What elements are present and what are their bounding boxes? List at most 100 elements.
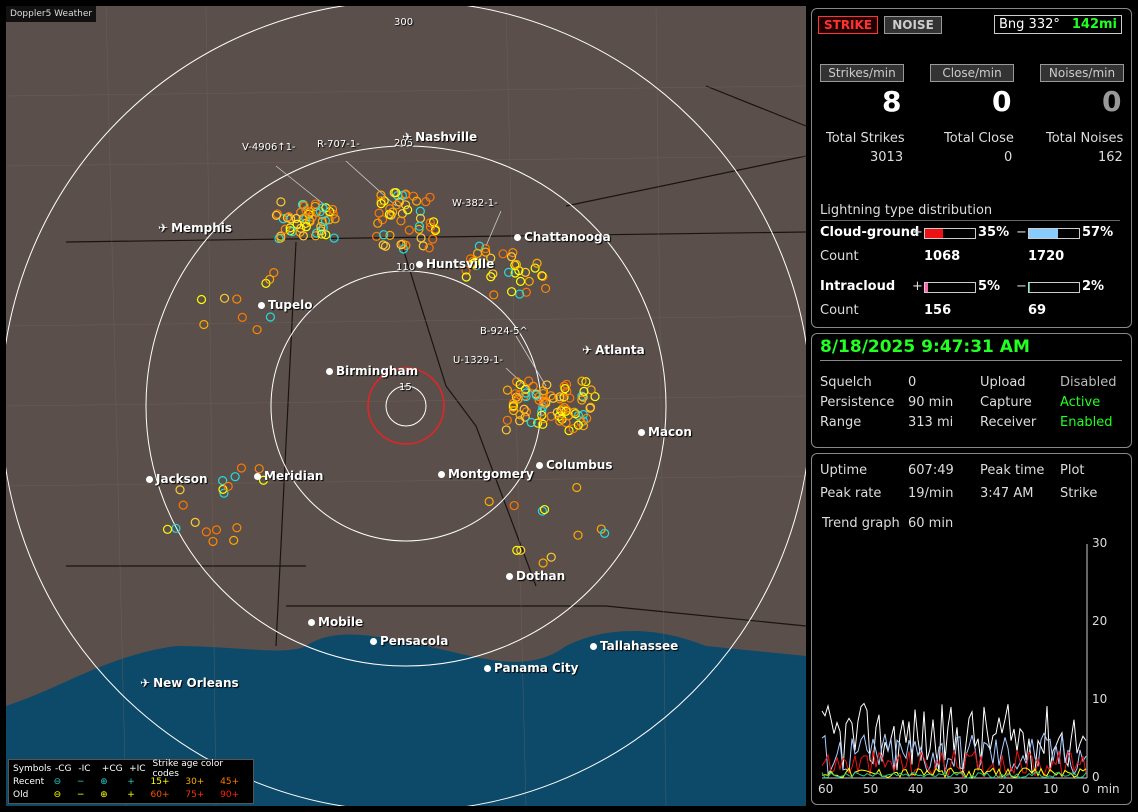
x-tick: 50	[863, 782, 879, 796]
airport-icon: ✈	[402, 130, 413, 144]
x-unit: min	[1097, 782, 1120, 796]
city-dot-icon	[484, 665, 491, 672]
city-name: Memphis	[171, 221, 233, 235]
range-label: Range	[820, 415, 862, 430]
city-macon: Macon	[638, 425, 692, 439]
city-nashville: ✈ Nashville	[402, 130, 477, 144]
legend-header: -IC	[78, 763, 91, 774]
city-dot-icon	[506, 573, 513, 580]
peak-time-label: Peak time	[980, 463, 1045, 478]
strike-marker	[528, 381, 538, 391]
pos-cg-symbol: ⊕	[100, 789, 108, 800]
city-dot-icon	[258, 302, 265, 309]
lightning-map[interactable]: Doppler5 Weather 300 205 110 15 V-4906↑1…	[6, 6, 806, 806]
total-noises-value: 162	[1098, 150, 1123, 165]
neg-ic-symbol: −	[76, 776, 85, 787]
city-dot-icon	[638, 429, 645, 436]
city-new-orleans: ✈ New Orleans	[140, 676, 239, 690]
storm-label[interactable]: V-4906↑1-	[242, 142, 296, 153]
city-name: Huntsville	[426, 257, 495, 271]
ic-negative-count: 69	[1028, 303, 1047, 318]
y-tick: 10	[1092, 692, 1108, 706]
city-montgomery: Montgomery	[438, 467, 534, 481]
city-tallahassee: Tallahassee	[590, 639, 678, 653]
city-atlanta: ✈ Atlanta	[582, 343, 645, 357]
airport-icon: ✈	[140, 676, 151, 690]
persistence-value: 90 min	[908, 395, 954, 410]
x-tick: 30	[953, 782, 969, 796]
cg-negative-pct: 57%	[1082, 225, 1114, 240]
age-color-code: 45+	[220, 776, 240, 787]
strike-marker	[572, 482, 582, 493]
strike-marker	[178, 500, 188, 510]
age-color-code: 15+	[150, 776, 170, 787]
pos-cg-symbol: ⊕	[100, 776, 108, 787]
x-tick: 10	[1043, 782, 1059, 796]
city-dot-icon	[326, 368, 333, 375]
minus-sign: −	[1016, 225, 1027, 240]
storm-label[interactable]: R-707-1-	[317, 139, 360, 150]
city-name: New Orleans	[153, 676, 239, 690]
strike-marker	[230, 472, 240, 482]
ring-label-15: 15	[399, 382, 412, 393]
strike-marker	[519, 404, 529, 414]
upload-label: Upload	[980, 375, 1026, 390]
city-name: Mobile	[318, 615, 364, 629]
storm-label[interactable]: U-1329-1-	[453, 355, 503, 366]
ic-positive-pct: 5%	[978, 279, 1001, 294]
noises-per-min-button[interactable]: Noises/min	[1040, 64, 1124, 82]
strike-marker	[546, 552, 556, 562]
distribution-title: Lightning type distribution	[820, 203, 1120, 221]
storm-label[interactable]: W-382-1-	[452, 198, 498, 209]
distance-value: 142mi	[1071, 17, 1117, 32]
noise-button[interactable]: NOISE	[884, 16, 942, 34]
range-value: 313 mi	[908, 415, 954, 430]
trend-graph-value[interactable]: 60 min	[908, 516, 953, 531]
city-dot-icon	[514, 234, 521, 241]
plot-label: Plot	[1060, 463, 1085, 478]
neg-ic-symbol: −	[76, 789, 85, 800]
squelch-value: 0	[908, 375, 917, 390]
intracloud-label: Intracloud	[820, 279, 896, 294]
uptime-value: 607:49	[908, 463, 954, 478]
legend-header: +CG	[101, 763, 123, 774]
city-name: Chattanooga	[524, 230, 611, 244]
city-name: Atlanta	[595, 343, 645, 357]
strike-marker	[524, 376, 534, 386]
strike-marker	[380, 241, 391, 251]
strike-marker	[162, 524, 173, 534]
strike-marker	[396, 216, 406, 226]
city-name: Meridian	[264, 469, 324, 483]
cg-positive-bar	[924, 228, 976, 239]
city-name: Jackson	[156, 472, 208, 486]
legend-row-label: Recent	[13, 776, 45, 787]
ic-positive-count: 156	[924, 303, 952, 318]
x-tick: 60	[818, 782, 834, 796]
datetime-display: 8/18/2025 9:47:31 AM	[820, 337, 1122, 361]
strikes-per-min-button[interactable]: Strikes/min	[820, 64, 904, 82]
city-jackson: Jackson	[146, 472, 208, 486]
uptime-label: Uptime	[820, 463, 868, 478]
strike-marker	[265, 312, 276, 322]
plus-sign: +	[912, 225, 923, 240]
y-tick: 20	[1092, 614, 1108, 628]
strike-marker	[540, 283, 551, 294]
plot-value[interactable]: Strike	[1060, 486, 1097, 501]
strike-marker	[416, 233, 426, 243]
persistence-label: Persistence	[820, 395, 895, 410]
storm-label[interactable]: B-924-5^	[480, 326, 528, 337]
peak-time-value: 3:47 AM	[980, 486, 1034, 501]
strike-marker	[199, 319, 209, 330]
city-name: Macon	[648, 425, 692, 439]
strike-marker	[524, 276, 534, 286]
upload-value: Disabled	[1060, 375, 1117, 390]
city-name: Nashville	[415, 130, 478, 144]
trend-graph	[821, 544, 1088, 780]
strike-counter-panel: STRIKE NOISE Bng 332° 142mi Strikes/min …	[811, 8, 1132, 328]
ring-label-300: 300	[394, 17, 414, 28]
strike-button[interactable]: STRIKE	[818, 16, 878, 34]
strike-marker	[211, 525, 222, 535]
strike-marker	[538, 558, 548, 568]
close-per-min-button[interactable]: Close/min	[930, 64, 1014, 82]
city-dot-icon	[590, 643, 597, 650]
